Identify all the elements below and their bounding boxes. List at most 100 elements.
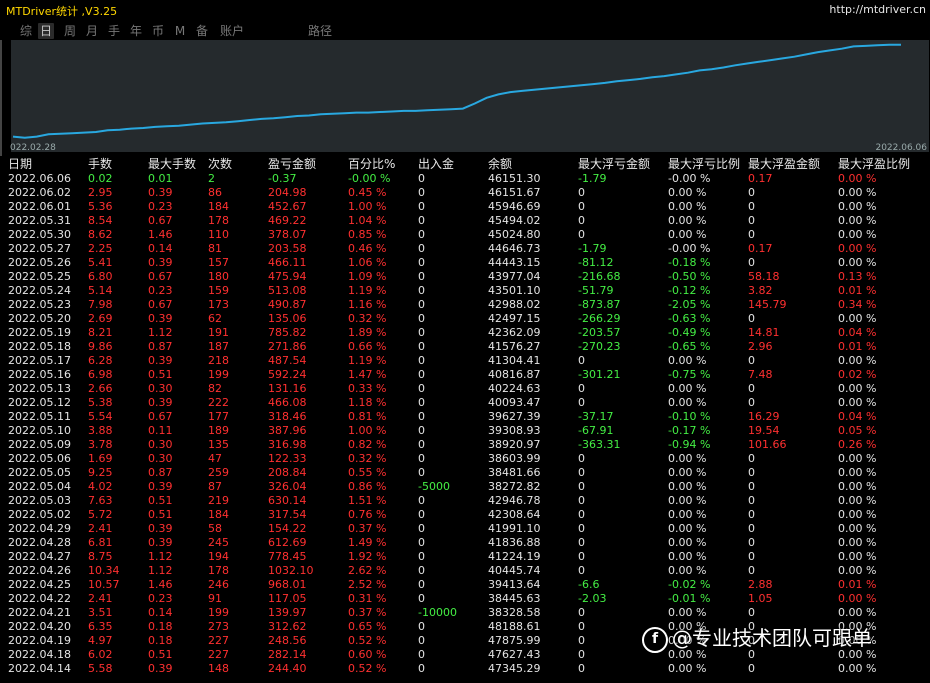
table-cell: 2.95 (88, 186, 113, 199)
table-row[interactable]: 2022.06.02 2.95 0.39 86 204.98 0.45 % 0 46151.6… (0, 186, 930, 200)
table-row[interactable]: 2022.05.02 5.72 0.51 184 317.54 0.76 % 0 42308.… (0, 508, 930, 522)
table-cell: 2022.04.27 (8, 550, 71, 563)
table-row[interactable]: 2022.04.25 10.57 1.46 246 968.01 2.52 % 0 39413… (0, 578, 930, 592)
table-row[interactable]: 2022.05.12 5.38 0.39 222 466.08 1.18 % 0 40093.… (0, 396, 930, 410)
table-row[interactable]: 2022.05.10 3.88 0.11 189 387.96 1.00 % 0 39308.… (0, 424, 930, 438)
table-row[interactable]: 2022.05.24 5.14 0.23 159 513.08 1.19 % 0 43501.… (0, 284, 930, 298)
table-cell: 41836.88 (488, 536, 541, 549)
table-cell: 9.86 (88, 340, 113, 353)
table-row[interactable]: 2022.05.09 3.78 0.30 135 316.98 0.82 % 0 38920.… (0, 438, 930, 452)
table-row[interactable]: 2022.05.30 8.62 1.46 110 378.07 0.85 % 0 45024.… (0, 228, 930, 242)
table-row[interactable]: 2022.05.31 8.54 0.67 178 469.22 1.04 % 0 45494.… (0, 214, 930, 228)
table-cell: 0.14 (148, 606, 173, 619)
table-cell: 1.47 % (348, 368, 387, 381)
menu-item-6[interactable]: 币 (150, 23, 166, 39)
table-row[interactable]: 2022.05.16 6.98 0.51 199 592.24 1.47 % 0 40816.… (0, 368, 930, 382)
table-cell: 222 (208, 396, 229, 409)
table-row[interactable]: 2022.05.23 7.98 0.67 173 490.87 1.16 % 0 42988.… (0, 298, 930, 312)
table-row[interactable]: 2022.05.05 9.25 0.87 259 208.84 0.55 % 0 38481.… (0, 466, 930, 480)
table-row[interactable]: 2022.05.06 1.69 0.30 47 122.33 0.32 % 0 38603.9… (0, 452, 930, 466)
table-cell: 2022.05.16 (8, 368, 71, 381)
table-cell: 0.32 % (348, 312, 387, 325)
table-row[interactable]: 2022.04.22 2.41 0.23 91 117.05 0.31 % 0 38445.6… (0, 592, 930, 606)
table-cell: 0.76 % (348, 508, 387, 521)
table-cell: 1.19 % (348, 354, 387, 367)
table-cell: -0.94 % (668, 438, 711, 451)
table-row[interactable]: 2022.04.14 5.58 0.39 148 244.40 0.52 % 0 47345.… (0, 662, 930, 676)
table-row[interactable]: 2022.05.11 5.54 0.67 177 318.46 0.81 % 0 39627.… (0, 410, 930, 424)
table-row[interactable]: 2022.04.21 3.51 0.14 199 139.97 0.37 % -10000 3… (0, 606, 930, 620)
table-cell: 0.17 (748, 242, 773, 255)
menu-item-4[interactable]: 手 (106, 23, 122, 39)
table-row[interactable]: 2022.05.19 8.21 1.12 191 785.82 1.89 % 0 42362.… (0, 326, 930, 340)
table-cell: 630.14 (268, 494, 307, 507)
table-cell: 0.00 % (838, 550, 877, 563)
column-header[interactable]: 盈亏金额 (268, 156, 316, 172)
table-cell: 0.00 % (838, 494, 877, 507)
table-cell: 38920.97 (488, 438, 541, 451)
table-cell: 0.00 % (668, 466, 707, 479)
table-cell: 0 (748, 200, 755, 213)
column-header[interactable]: 最大手数 (148, 156, 196, 172)
column-header[interactable]: 出入金 (418, 156, 454, 172)
table-cell: -67.91 (578, 424, 614, 437)
menu-item-1[interactable]: 日 (38, 23, 54, 39)
menu-item-8[interactable]: 备 (194, 23, 210, 39)
menu-item-0[interactable]: 综 (18, 23, 34, 39)
menu-item-7[interactable]: M (174, 23, 186, 39)
table-row[interactable]: 2022.04.27 8.75 1.12 194 778.45 1.92 % 0 41224.… (0, 550, 930, 564)
table-row[interactable]: 2022.05.20 2.69 0.39 62 135.06 0.32 % 0 42497.1… (0, 312, 930, 326)
table-row[interactable]: 2022.05.25 6.80 0.67 180 475.94 1.09 % 0 43977.… (0, 270, 930, 284)
table-cell: 0.00 % (838, 480, 877, 493)
table-cell: 0 (748, 550, 755, 563)
menu-item-3[interactable]: 月 (84, 23, 100, 39)
table-row[interactable]: 2022.05.26 5.41 0.39 157 466.11 1.06 % 0 44443.… (0, 256, 930, 270)
column-header[interactable]: 最大浮盈金额 (748, 156, 820, 172)
table-row[interactable]: 2022.05.18 9.86 0.87 187 271.86 0.66 % 0 41576.… (0, 340, 930, 354)
column-header[interactable]: 手数 (88, 156, 112, 172)
table-cell: 122.33 (268, 452, 307, 465)
table-row[interactable]: 2022.04.28 6.81 0.39 245 612.69 1.49 % 0 41836.… (0, 536, 930, 550)
column-header[interactable]: 次数 (208, 156, 232, 172)
table-cell: 0 (578, 214, 585, 227)
column-header[interactable]: 最大浮亏比例 (668, 156, 740, 172)
table-cell: 0.30 (148, 382, 173, 395)
table-cell: 0.85 % (348, 228, 387, 241)
table-cell: 47627.43 (488, 648, 541, 661)
table-row[interactable]: 2022.05.27 2.25 0.14 81 203.58 0.46 % 0 44646.7… (0, 242, 930, 256)
table-cell: 0.39 (148, 256, 173, 269)
app-url-link[interactable]: http://mtdriver.cn (829, 3, 926, 16)
menu-item-5[interactable]: 年 (128, 23, 144, 39)
column-header[interactable]: 日期 (8, 156, 32, 172)
table-row[interactable]: 2022.05.13 2.66 0.30 82 131.16 0.33 % 0 40224.6… (0, 382, 930, 396)
column-header[interactable]: 最大浮亏金额 (578, 156, 650, 172)
table-cell: 0 (748, 256, 755, 269)
table-cell: 1.19 % (348, 284, 387, 297)
watermark: f @专业技术团队可跟单 (642, 622, 872, 654)
table-cell: 227 (208, 648, 229, 661)
column-header[interactable]: 余额 (488, 156, 512, 172)
menu-item-10[interactable]: 路径 (306, 23, 334, 39)
menu-item-9[interactable]: 账户 (218, 23, 246, 39)
table-row[interactable]: 2022.04.29 2.41 0.39 58 154.22 0.37 % 0 41991.1… (0, 522, 930, 536)
column-header[interactable]: 最大浮盈比例 (838, 156, 910, 172)
table-cell: 387.96 (268, 424, 307, 437)
table-cell: 194 (208, 550, 229, 563)
table-row[interactable]: 2022.06.01 5.36 0.23 184 452.67 1.00 % 0 45946.… (0, 200, 930, 214)
table-cell: -5000 (418, 480, 450, 493)
table-cell: 259 (208, 466, 229, 479)
table-row[interactable]: 2022.06.06 0.02 0.01 2 -0.37 -0.00 % 0 46151.30… (0, 172, 930, 186)
table-cell: 48188.61 (488, 620, 541, 633)
table-cell: -51.79 (578, 284, 614, 297)
table-cell: 0 (578, 186, 585, 199)
table-cell: 0.00 % (668, 452, 707, 465)
table-row[interactable]: 2022.04.26 10.34 1.12 178 1032.10 2.62 % 0 4044… (0, 564, 930, 578)
table-cell: 2022.05.20 (8, 312, 71, 325)
column-header[interactable]: 百分比% (348, 156, 395, 172)
table-row[interactable]: 2022.05.17 6.28 0.39 218 487.54 1.19 % 0 41304.… (0, 354, 930, 368)
table-row[interactable]: 2022.05.03 7.63 0.51 219 630.14 1.51 % 0 42946.… (0, 494, 930, 508)
table-row[interactable]: 2022.05.04 4.02 0.39 87 326.04 0.86 % -5000 382… (0, 480, 930, 494)
table-cell: 0.02 % (838, 368, 877, 381)
menu-item-2[interactable]: 周 (62, 23, 78, 39)
table-cell: 0.33 % (348, 382, 387, 395)
